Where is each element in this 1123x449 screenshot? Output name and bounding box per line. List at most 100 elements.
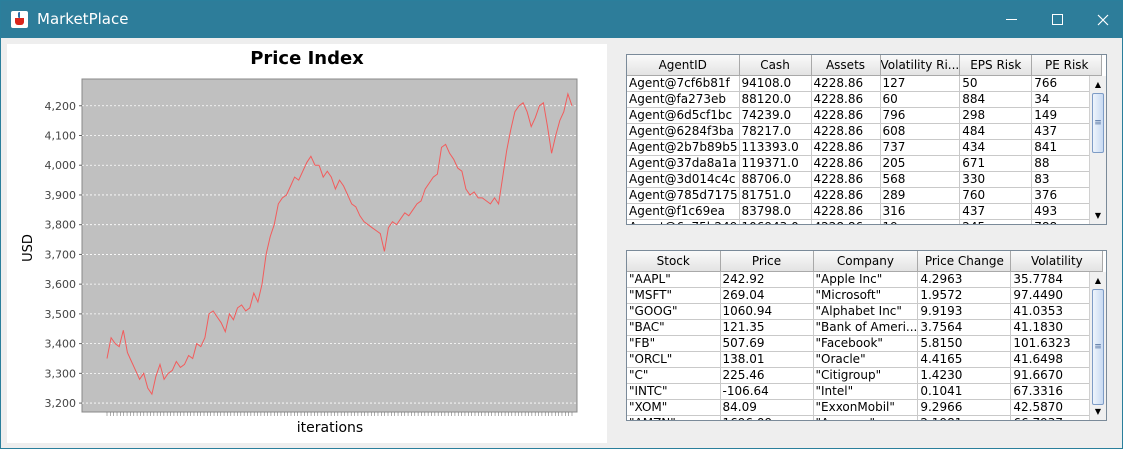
table-cell[interactable]: "BAC" (627, 319, 721, 336)
table-row[interactable]: "MSFT" 269.04 "Microsoft" 1.9572 97.4490 (627, 287, 1104, 304)
table-cell[interactable]: "Oracle" (813, 351, 919, 368)
table-cell[interactable]: 84.09 (720, 399, 814, 416)
table-cell[interactable]: 205 (880, 155, 961, 172)
table-cell[interactable]: 113393.0 (739, 139, 812, 156)
table-cell[interactable]: 4228.86 (811, 219, 881, 224)
table-cell[interactable]: Agent@6e75b249 (627, 219, 740, 224)
scroll-thumb[interactable]: ≡ (1092, 289, 1104, 405)
table-cell[interactable]: 88706.0 (739, 171, 812, 188)
column-header[interactable]: Volatility (1010, 251, 1104, 272)
table-cell[interactable]: 1.4230 (917, 367, 1012, 384)
table-cell[interactable]: 106943.0 (739, 219, 812, 224)
column-header[interactable]: EPS Risk (959, 55, 1033, 76)
table-cell[interactable]: 119371.0 (739, 155, 812, 172)
table-cell[interactable]: "AMZN" (627, 415, 721, 420)
table-cell[interactable]: 434 (959, 139, 1033, 156)
table-cell[interactable]: 5.8150 (917, 335, 1012, 352)
table-cell[interactable]: 0.1041 (917, 383, 1012, 400)
table-cell[interactable]: 4228.86 (811, 139, 881, 156)
table-cell[interactable]: 884 (959, 91, 1033, 108)
table-cell[interactable]: "Apple Inc" (813, 271, 919, 288)
table-cell[interactable]: 83798.0 (739, 203, 812, 220)
table-row[interactable]: Agent@6e75b249106943.04228.8619245788 (627, 219, 1103, 224)
table-cell[interactable]: "ExxonMobil" (813, 399, 919, 416)
table-cell[interactable]: Agent@2b7b89b5 (627, 139, 740, 156)
table-cell[interactable]: 316 (880, 203, 961, 220)
scroll-up-arrow-icon[interactable]: ▲ (1090, 272, 1106, 289)
table-cell[interactable]: Agent@f1c69ea (627, 203, 740, 220)
table-cell[interactable]: 1696.09 (720, 415, 814, 420)
table-cell[interactable]: 19 (880, 219, 961, 224)
table-cell[interactable]: 81751.0 (739, 187, 812, 204)
table-cell[interactable]: 269.04 (720, 287, 814, 304)
column-header[interactable]: Company (813, 251, 919, 272)
table-cell[interactable]: "Alphabet Inc" (813, 303, 919, 320)
scroll-thumb[interactable]: ≡ (1092, 93, 1104, 153)
agents-table[interactable]: AgentID Cash Assets Volatility Ri... EPS Ris… (626, 54, 1107, 225)
table-cell[interactable]: 94108.0 (739, 75, 812, 92)
table-cell[interactable]: "INTC" (627, 383, 721, 400)
table-cell[interactable]: "XOM" (627, 399, 721, 416)
table-cell[interactable]: 671 (959, 155, 1033, 172)
table-row[interactable]: Agent@fa273eb 88120.0 4228.86 60 884 34 (627, 91, 1103, 108)
table-row[interactable]: Agent@37da8a1a 119371.0 4228.86 205 671 88 (627, 155, 1103, 172)
table-row[interactable]: Agent@6d5cf1bc 74239.0 4228.86 796 298 149 (627, 107, 1103, 124)
table-row[interactable]: "INTC" -106.64 "Intel" 0.1041 67.3316 (627, 383, 1104, 400)
column-header[interactable]: AgentID (627, 55, 740, 76)
minimize-button[interactable] (988, 1, 1034, 38)
table-row[interactable]: "AAPL" 242.92 "Apple Inc" 4.2963 35.7784 (627, 271, 1104, 288)
close-button[interactable] (1080, 1, 1123, 38)
table-row[interactable]: "AMZN"1696.09"Amazon"2.198166.7937 (627, 415, 1104, 420)
table-cell[interactable]: 437 (959, 203, 1033, 220)
agents-scrollbar[interactable]: ▲ ≡ ▼ (1089, 76, 1106, 224)
column-header[interactable]: Assets (811, 55, 881, 76)
table-cell[interactable]: Agent@6284f3ba (627, 123, 740, 140)
table-cell[interactable]: 4.4165 (917, 351, 1012, 368)
table-cell[interactable]: 4228.86 (811, 171, 881, 188)
table-row[interactable]: "GOOG" 1060.94 "Alphabet Inc" 9.9193 41.0353 (627, 303, 1104, 320)
table-row[interactable]: Agent@2b7b89b5 113393.0 4228.86 737 434 841 (627, 139, 1103, 156)
table-cell[interactable]: Agent@6d5cf1bc (627, 107, 740, 124)
table-cell[interactable]: 242.92 (720, 271, 814, 288)
table-cell[interactable]: 9.9193 (917, 303, 1012, 320)
table-row[interactable]: Agent@3d014c4c 88706.0 4228.86 568 330 83 (627, 171, 1103, 188)
table-cell[interactable]: 4228.86 (811, 203, 881, 220)
column-header[interactable]: PE Risk (1031, 55, 1103, 76)
table-cell[interactable]: 760 (959, 187, 1033, 204)
table-cell[interactable]: 1.9572 (917, 287, 1012, 304)
table-cell[interactable]: 9.2966 (917, 399, 1012, 416)
table-cell[interactable]: 4228.86 (811, 107, 881, 124)
table-cell[interactable]: 4228.86 (811, 187, 881, 204)
table-cell[interactable]: "ORCL" (627, 351, 721, 368)
table-row[interactable]: Agent@7cf6b81f 94108.0 4228.86 127 50 766 (627, 75, 1103, 92)
table-cell[interactable]: "GOOG" (627, 303, 721, 320)
table-row[interactable]: Agent@f1c69ea 83798.0 4228.86 316 437 493 (627, 203, 1103, 220)
table-cell[interactable]: "Microsoft" (813, 287, 919, 304)
table-cell[interactable]: "FB" (627, 335, 721, 352)
column-header[interactable]: Cash (739, 55, 812, 76)
table-cell[interactable]: 3.7564 (917, 319, 1012, 336)
table-cell[interactable]: 4228.86 (811, 123, 881, 140)
table-row[interactable]: Agent@6284f3ba 78217.0 4228.86 608 484 437 (627, 123, 1103, 140)
table-cell[interactable]: 2.1981 (917, 415, 1012, 420)
column-header[interactable]: Stock (627, 251, 721, 272)
table-cell[interactable]: 796 (880, 107, 961, 124)
table-cell[interactable]: 4228.86 (811, 75, 881, 92)
table-cell[interactable]: 4228.86 (811, 155, 881, 172)
table-cell[interactable]: "Bank of Ameri... (813, 319, 919, 336)
table-cell[interactable]: Agent@7cf6b81f (627, 75, 740, 92)
stocks-scrollbar[interactable]: ▲ ≡ ▼ (1089, 272, 1106, 420)
table-cell[interactable]: Agent@3d014c4c (627, 171, 740, 188)
table-cell[interactable]: 60 (880, 91, 961, 108)
table-cell[interactable]: "MSFT" (627, 287, 721, 304)
table-cell[interactable]: 50 (959, 75, 1033, 92)
table-cell[interactable]: "Citigroup" (813, 367, 919, 384)
table-cell[interactable]: 568 (880, 171, 961, 188)
stocks-table[interactable]: Stock Price Company Price Change Volatility … (626, 250, 1107, 421)
table-row[interactable]: "BAC" 121.35 "Bank of Ameri... 3.7564 41.183… (627, 319, 1104, 336)
table-cell[interactable]: 298 (959, 107, 1033, 124)
table-cell[interactable]: 245 (959, 219, 1033, 224)
table-row[interactable]: "XOM" 84.09 "ExxonMobil" 9.2966 42.5870 (627, 399, 1104, 416)
table-cell[interactable]: 78217.0 (739, 123, 812, 140)
table-cell[interactable]: Agent@785d7175 (627, 187, 740, 204)
